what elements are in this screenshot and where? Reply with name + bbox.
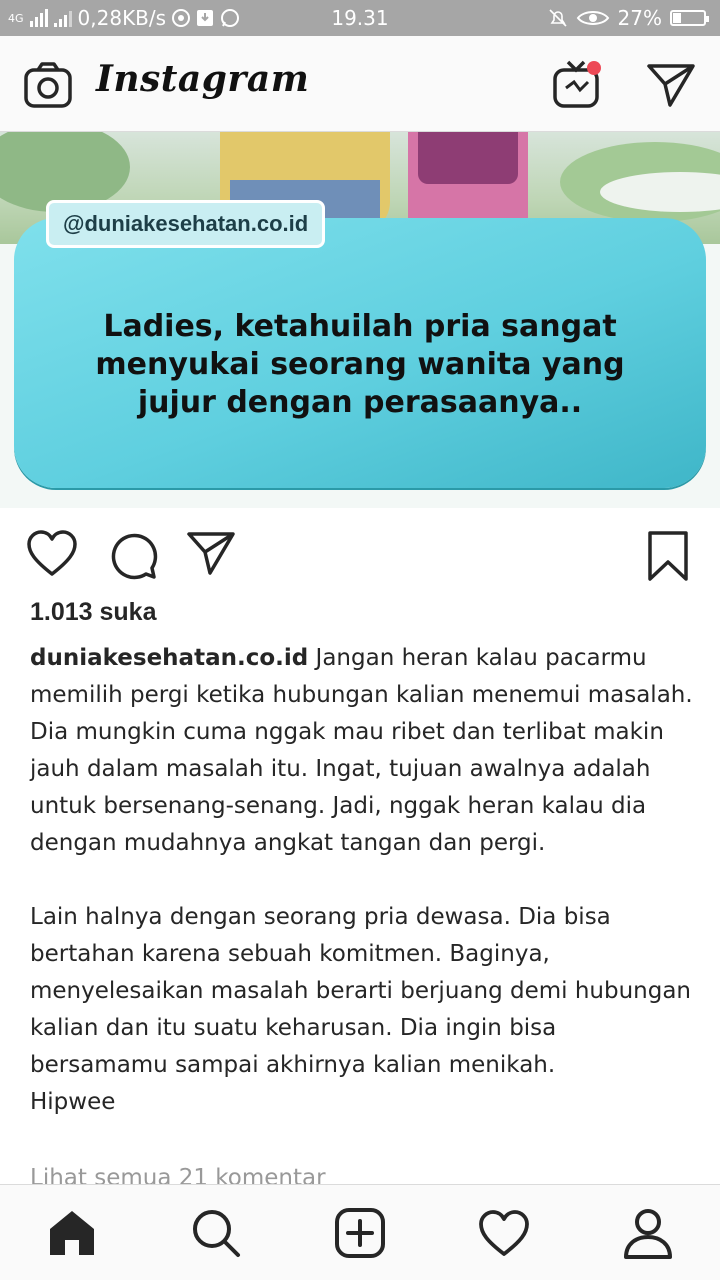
caption-username[interactable]: duniakesehatan.co.id: [30, 645, 308, 671]
bookmark-icon[interactable]: [646, 530, 690, 582]
mute-icon: [548, 9, 567, 27]
home-icon[interactable]: [46, 1207, 98, 1259]
headline-line-1: Ladies, ketahuilah pria sangat: [103, 309, 617, 344]
comment-icon[interactable]: [108, 530, 158, 580]
battery-percent: 27%: [617, 6, 662, 30]
likes-count[interactable]: 1.013 suka: [30, 598, 157, 627]
direct-message-icon[interactable]: [646, 62, 696, 108]
caption-paragraph-1: duniakesehatan.co.id Jangan heran kalau …: [30, 640, 695, 862]
caption-paragraph-2: Lain halnya dengan seorang pria dewasa. …: [30, 904, 692, 1078]
status-bar: 4G 0,28KB/s 19.31 27%: [0, 0, 720, 36]
post-caption: duniakesehatan.co.id Jangan heran kalau …: [30, 640, 695, 1121]
profile-icon[interactable]: [622, 1207, 674, 1259]
notification-dot: [587, 61, 601, 75]
post-actions: [0, 520, 720, 590]
headline-line-3: jujur dengan perasaanya..: [137, 385, 583, 420]
bottom-navigation: [0, 1184, 720, 1280]
app-header: Instagram: [0, 36, 720, 132]
new-post-icon[interactable]: [334, 1207, 386, 1259]
post-image-handle: @duniakesehatan.co.id: [46, 200, 326, 248]
caption-paragraph-3: Hipwee: [30, 1089, 116, 1115]
activity-icon[interactable]: [478, 1207, 530, 1259]
caption-text-1: Jangan heran kalau pacarmu memilih pergi…: [30, 645, 693, 856]
status-right: 27%: [548, 6, 709, 30]
headline-line-2: menyukai seorang wanita yang: [95, 347, 625, 382]
post-image[interactable]: @duniakesehatan.co.id Ladies, ketahuilah…: [0, 132, 720, 508]
app-logo: Instagram: [96, 58, 310, 100]
camera-icon[interactable]: [24, 62, 72, 108]
igtv-icon[interactable]: [552, 58, 604, 110]
search-icon[interactable]: [190, 1207, 242, 1259]
battery-icon: [670, 10, 709, 26]
heart-icon[interactable]: [26, 530, 78, 578]
share-icon[interactable]: [186, 530, 236, 576]
eye-icon: [576, 11, 609, 25]
post-image-headline: Ladies, ketahuilah pria sangat menyukai …: [14, 308, 706, 422]
